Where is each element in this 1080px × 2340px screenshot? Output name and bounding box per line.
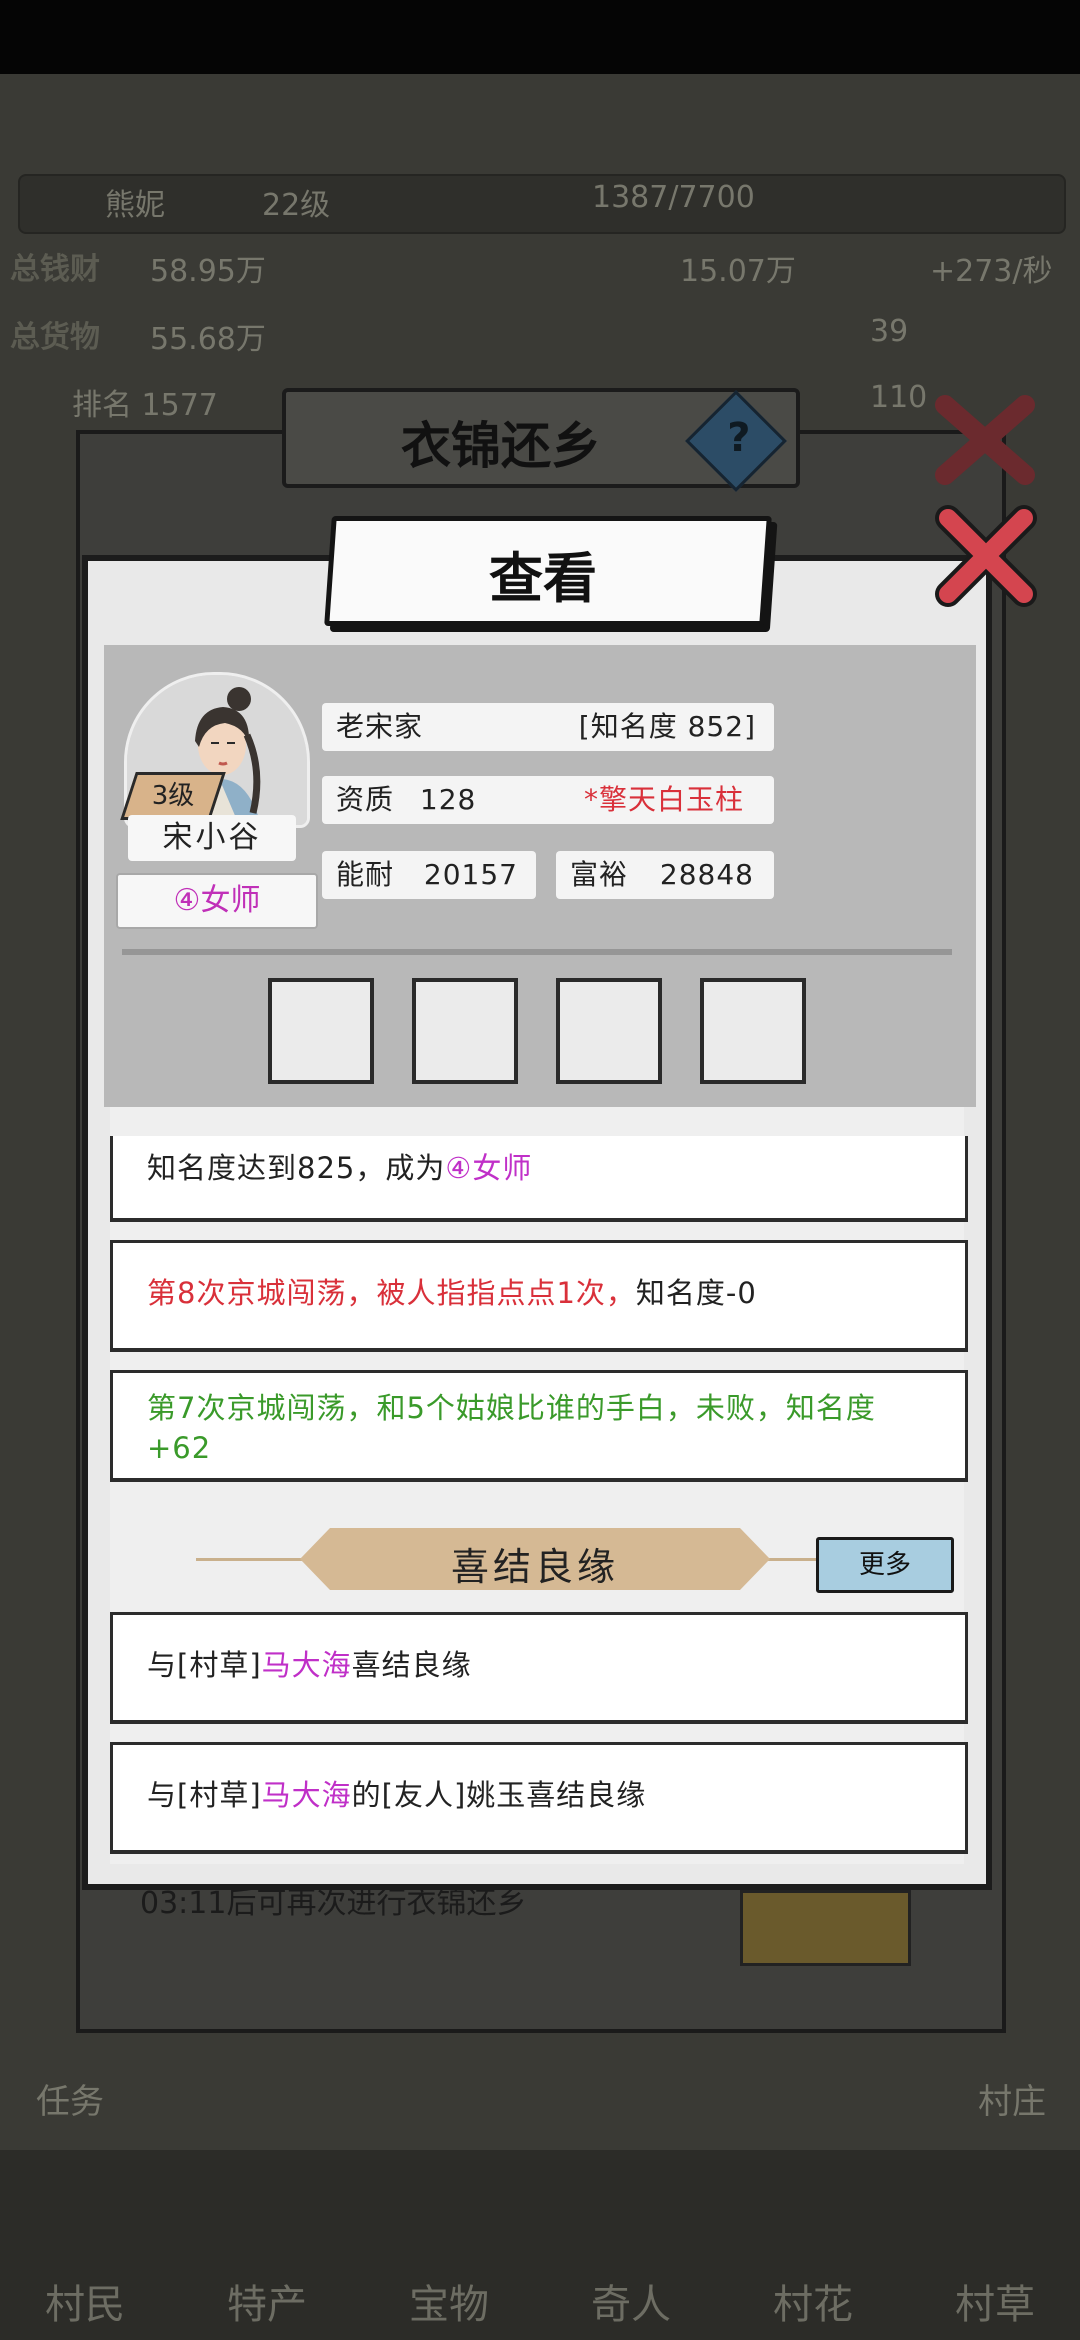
task-label[interactable]: 任务 bbox=[36, 2074, 104, 2123]
character-name: 宋小谷 bbox=[128, 815, 296, 861]
section-line-right bbox=[764, 1558, 820, 1561]
view-dialog-title: 查看 bbox=[489, 546, 597, 610]
total-goods-label: 总货物 bbox=[10, 320, 100, 355]
nav-specialties[interactable]: 特产 bbox=[212, 2272, 322, 2330]
trait-label: *擎天白玉柱 bbox=[583, 783, 744, 816]
marriage-entry-prefix: 与[村草] bbox=[147, 1778, 262, 1812]
marriage-entry-name[interactable]: 马大海 bbox=[262, 1648, 352, 1682]
outer-play-button[interactable] bbox=[740, 1890, 911, 1966]
total-goods-value: 55.68万 bbox=[150, 322, 266, 357]
log-entry: 知名度达到825，成为④女师 bbox=[110, 1136, 968, 1222]
exp-progress: 1387/7700 bbox=[592, 180, 755, 215]
more-button[interactable]: 更多 bbox=[816, 1537, 954, 1593]
outer-dialog-title: 衣锦还乡 bbox=[401, 416, 601, 475]
aptitude-label: 资质 bbox=[336, 783, 395, 816]
marriage-entry-prefix: 与[村草] bbox=[147, 1648, 262, 1682]
ability-field: 能耐 20157 bbox=[322, 851, 536, 899]
player-name: 熊妮 bbox=[105, 188, 165, 223]
rank-title: ④女师 bbox=[116, 873, 318, 929]
log-entry-text: 第8次京城闯荡，被人指指点点1次， bbox=[147, 1276, 636, 1310]
marriage-entry-name[interactable]: 马大海 bbox=[262, 1778, 352, 1812]
status-bar bbox=[0, 0, 1080, 74]
section-line-left bbox=[196, 1558, 306, 1561]
log-entry-result: 知名度-0 bbox=[635, 1276, 757, 1310]
fame-value: [知名度 852] bbox=[578, 710, 756, 743]
wealth-label: 富裕 bbox=[570, 858, 629, 891]
coins-rate: +273/秒 bbox=[930, 254, 1053, 289]
aptitude-value: 128 bbox=[419, 783, 477, 816]
family-field: 老宋家 [知名度 852] bbox=[322, 703, 774, 751]
player-bar bbox=[18, 174, 1066, 234]
village-label[interactable]: 村庄 bbox=[978, 2074, 1046, 2123]
rank-text: 排名 1577 bbox=[72, 388, 218, 423]
view-dialog-title-banner: 查看 bbox=[324, 516, 772, 626]
log-entry: 第7次京城闯荡，和5个姑娘比谁的手白，未败，知名度+62 bbox=[110, 1370, 968, 1482]
profile-divider bbox=[122, 949, 952, 955]
outer-close-icon[interactable] bbox=[930, 390, 1040, 490]
nav-villagers[interactable]: 村民 bbox=[30, 2272, 140, 2330]
ability-value: 20157 bbox=[423, 858, 518, 891]
bottom-nav: 村民 特产 宝物 奇人 村花 村草 bbox=[0, 2150, 1080, 2340]
item-slot-4[interactable] bbox=[700, 978, 806, 1084]
family-name: 老宋家 bbox=[336, 710, 424, 743]
total-wealth-value: 58.95万 bbox=[150, 254, 266, 289]
level-text: 3级 bbox=[151, 781, 195, 811]
stat-b: 110 bbox=[870, 380, 928, 415]
total-wealth-label: 总钱财 bbox=[10, 252, 100, 287]
item-slot-2[interactable] bbox=[412, 978, 518, 1084]
marriage-entry-suffix: 喜结良缘 bbox=[351, 1648, 472, 1682]
wealth-field: 富裕 28848 bbox=[556, 851, 774, 899]
item-slot-1[interactable] bbox=[268, 978, 374, 1084]
wealth-value: 28848 bbox=[659, 858, 754, 891]
log-entry: 第8次京城闯荡，被人指指点点1次，知名度-0 bbox=[110, 1240, 968, 1352]
ability-label: 能耐 bbox=[336, 858, 395, 891]
stat-a: 39 bbox=[870, 314, 909, 349]
nav-village-belle[interactable]: 村花 bbox=[758, 2272, 868, 2330]
marriage-entry: 与[村草]马大海的[友人]姚玉喜结良缘 bbox=[110, 1742, 968, 1854]
nav-talents[interactable]: 奇人 bbox=[576, 2272, 686, 2330]
level-badge: 3级 bbox=[120, 772, 226, 820]
coins-value: 15.07万 bbox=[680, 254, 796, 289]
marriage-entry-suffix: 的[友人]姚玉喜结良缘 bbox=[351, 1778, 647, 1812]
marriage-entry: 与[村草]马大海喜结良缘 bbox=[110, 1612, 968, 1724]
close-icon[interactable] bbox=[930, 500, 1042, 612]
marriage-section-banner: 喜结良缘 bbox=[300, 1528, 770, 1590]
help-icon-glyph: ? bbox=[727, 415, 751, 462]
log-entry-text: 知名度达到825，成为 bbox=[147, 1151, 446, 1185]
log-entry-highlight: ④女师 bbox=[445, 1151, 533, 1185]
player-level: 22级 bbox=[262, 188, 331, 223]
item-slot-3[interactable] bbox=[556, 978, 662, 1084]
nav-treasures[interactable]: 宝物 bbox=[394, 2272, 504, 2330]
marriage-section-title: 喜结良缘 bbox=[450, 1545, 619, 1589]
aptitude-field: 资质 128 *擎天白玉柱 bbox=[322, 776, 774, 824]
nav-village-hunk[interactable]: 村草 bbox=[940, 2272, 1050, 2330]
